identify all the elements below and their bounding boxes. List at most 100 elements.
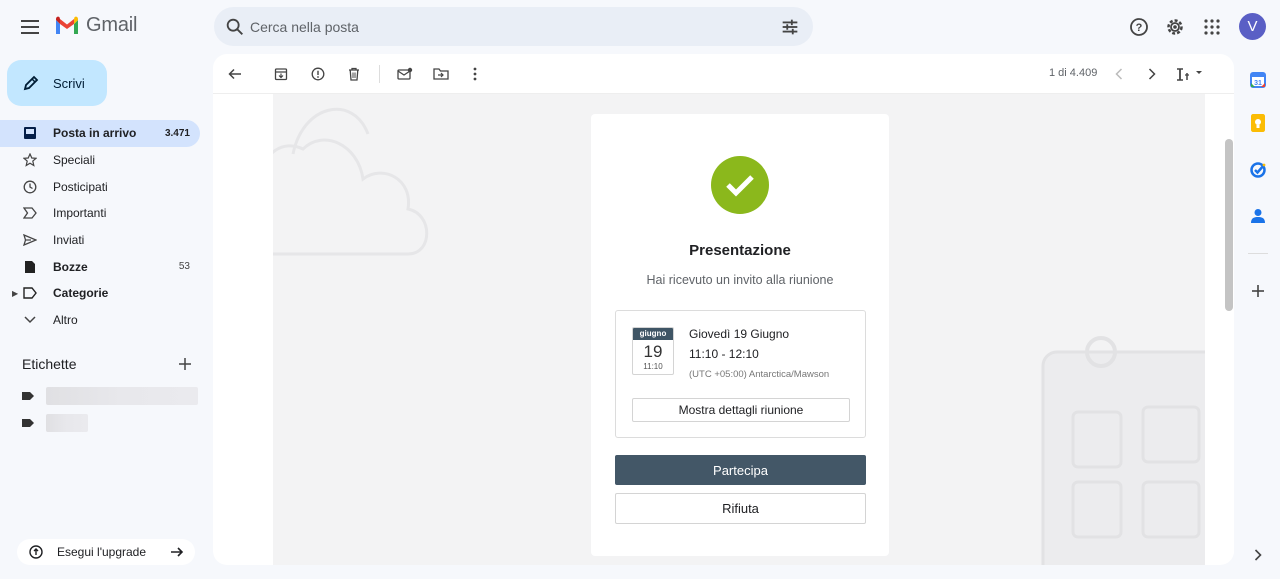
sidebar-nav: Posta in arrivo 3.471 Speciali Posticipa… bbox=[0, 120, 200, 334]
arrow-left-icon bbox=[228, 68, 241, 80]
sidebar-item-sent[interactable]: Inviati bbox=[0, 227, 200, 254]
apps-button[interactable] bbox=[1200, 15, 1224, 39]
sidebar-item-categories[interactable]: ▶ Categorie bbox=[0, 280, 200, 307]
keep-app-button[interactable] bbox=[1248, 113, 1268, 133]
chevron-right-icon bbox=[1148, 68, 1156, 80]
unread-count: 3.471 bbox=[164, 127, 190, 139]
move-to-button[interactable] bbox=[431, 64, 451, 84]
report-spam-button[interactable] bbox=[308, 64, 328, 84]
older-button[interactable] bbox=[1142, 64, 1162, 84]
upgrade-button[interactable]: Esegui l'upgrade bbox=[17, 539, 195, 565]
search-options-icon[interactable] bbox=[779, 16, 801, 38]
compose-button[interactable]: Scrivi bbox=[7, 60, 107, 106]
sidebar-item-important[interactable]: Importanti bbox=[0, 200, 200, 227]
sidebar-item-label: Posticipati bbox=[53, 179, 108, 194]
contacts-app-button[interactable] bbox=[1248, 206, 1268, 226]
message-toolbar: 1 di 4.409 bbox=[213, 54, 1234, 94]
search-icon[interactable] bbox=[224, 16, 246, 38]
calendar-decoration-icon bbox=[1041, 336, 1205, 565]
more-vertical-icon bbox=[473, 67, 477, 81]
sidebar-item-label: Inviati bbox=[53, 233, 85, 248]
calendar-day: 19 bbox=[643, 342, 663, 361]
upgrade-icon bbox=[29, 545, 43, 559]
google-contacts-icon bbox=[1251, 209, 1265, 223]
get-addons-button[interactable] bbox=[1248, 281, 1268, 301]
mark-unread-button[interactable] bbox=[395, 64, 415, 84]
redacted-label bbox=[46, 414, 88, 432]
side-panel-rail: 31 bbox=[1240, 54, 1280, 579]
show-side-panel-button[interactable] bbox=[1248, 545, 1268, 565]
mark-unread-icon bbox=[397, 67, 413, 80]
top-bar: Gmail ? V bbox=[0, 0, 1280, 54]
more-actions-button[interactable] bbox=[465, 64, 485, 84]
labels-title: Etichette bbox=[22, 356, 77, 372]
folder-move-icon bbox=[433, 68, 449, 80]
back-button[interactable] bbox=[225, 64, 245, 84]
arrow-right-icon bbox=[171, 547, 184, 557]
inbox-icon bbox=[22, 125, 38, 141]
check-circle-icon bbox=[711, 156, 769, 214]
message-view: 1 di 4.409 Presentazione Hai ricevuto un… bbox=[213, 54, 1234, 565]
archive-button[interactable] bbox=[271, 64, 291, 84]
main-menu-button[interactable] bbox=[18, 15, 42, 39]
newer-button[interactable] bbox=[1109, 64, 1129, 84]
decline-meeting-button[interactable]: Rifiuta bbox=[615, 493, 866, 524]
meeting-title: Presentazione bbox=[689, 242, 791, 259]
help-button[interactable]: ? bbox=[1127, 15, 1151, 39]
input-tools-icon bbox=[1177, 68, 1202, 81]
google-calendar-icon: 31 bbox=[1250, 72, 1266, 88]
hamburger-menu-icon bbox=[21, 20, 39, 34]
user-label-item[interactable] bbox=[22, 414, 88, 432]
label-tag-icon bbox=[22, 392, 34, 400]
sidebar-item-drafts[interactable]: Bozze 53 bbox=[0, 253, 200, 280]
search-bar bbox=[214, 7, 813, 46]
pencil-icon bbox=[23, 75, 39, 91]
pager-count: 1 di 4.409 bbox=[1049, 67, 1098, 79]
send-icon bbox=[22, 232, 38, 248]
sidebar-item-label: Speciali bbox=[53, 153, 96, 168]
plus-icon bbox=[1252, 285, 1264, 297]
delete-button[interactable] bbox=[344, 64, 364, 84]
gear-icon bbox=[1167, 19, 1183, 35]
expand-caret-icon[interactable]: ▶ bbox=[12, 289, 18, 298]
show-meeting-details-button[interactable]: Mostra dettagli riunione bbox=[632, 398, 850, 422]
sidebar-item-snoozed[interactable]: Posticipati bbox=[0, 173, 200, 200]
google-keep-icon bbox=[1251, 114, 1265, 132]
upgrade-label: Esegui l'upgrade bbox=[57, 545, 147, 559]
email-body-background: Presentazione Hai ricevuto un invito all… bbox=[273, 94, 1205, 565]
chevron-down-icon bbox=[22, 312, 38, 328]
spam-icon bbox=[311, 67, 325, 81]
input-tools-button[interactable] bbox=[1175, 64, 1205, 84]
scrollbar-thumb[interactable] bbox=[1225, 139, 1233, 311]
tasks-app-button[interactable] bbox=[1248, 160, 1268, 180]
join-meeting-button[interactable]: Partecipa bbox=[615, 455, 866, 485]
sidebar-item-more[interactable]: Altro bbox=[0, 307, 200, 334]
cloud-decoration-icon bbox=[273, 107, 429, 256]
sidebar-item-label: Importanti bbox=[53, 206, 107, 221]
settings-button[interactable] bbox=[1163, 15, 1187, 39]
archive-icon bbox=[274, 68, 288, 81]
sidebar-item-label: Bozze bbox=[53, 259, 88, 274]
draft-count: 53 bbox=[178, 261, 190, 273]
trash-icon bbox=[349, 67, 359, 81]
chevron-left-icon bbox=[1115, 68, 1123, 80]
gmail-logo[interactable]: Gmail bbox=[54, 14, 137, 37]
event-time-range: 11:10 - 12:10 bbox=[689, 347, 759, 361]
user-label-item[interactable] bbox=[22, 387, 198, 405]
account-avatar[interactable]: V bbox=[1239, 13, 1266, 40]
important-icon bbox=[22, 205, 38, 221]
chevron-right-icon bbox=[1254, 549, 1262, 561]
sidebar-item-starred[interactable]: Speciali bbox=[0, 147, 200, 174]
star-icon bbox=[22, 152, 38, 168]
app-name: Gmail bbox=[86, 14, 138, 36]
toolbar-divider bbox=[379, 65, 380, 83]
sidebar-item-inbox[interactable]: Posta in arrivo 3.471 bbox=[0, 120, 200, 147]
label-tag-icon bbox=[22, 419, 34, 427]
event-timezone: (UTC +05:00) Antarctica/Mawson bbox=[689, 369, 830, 380]
event-date: Giovedì 19 Giugno bbox=[689, 327, 790, 341]
calendar-app-button[interactable]: 31 bbox=[1248, 70, 1268, 90]
google-tasks-icon bbox=[1250, 162, 1266, 178]
apps-grid-icon bbox=[1204, 19, 1220, 35]
add-label-icon[interactable] bbox=[178, 357, 192, 371]
search-input[interactable] bbox=[250, 7, 770, 46]
